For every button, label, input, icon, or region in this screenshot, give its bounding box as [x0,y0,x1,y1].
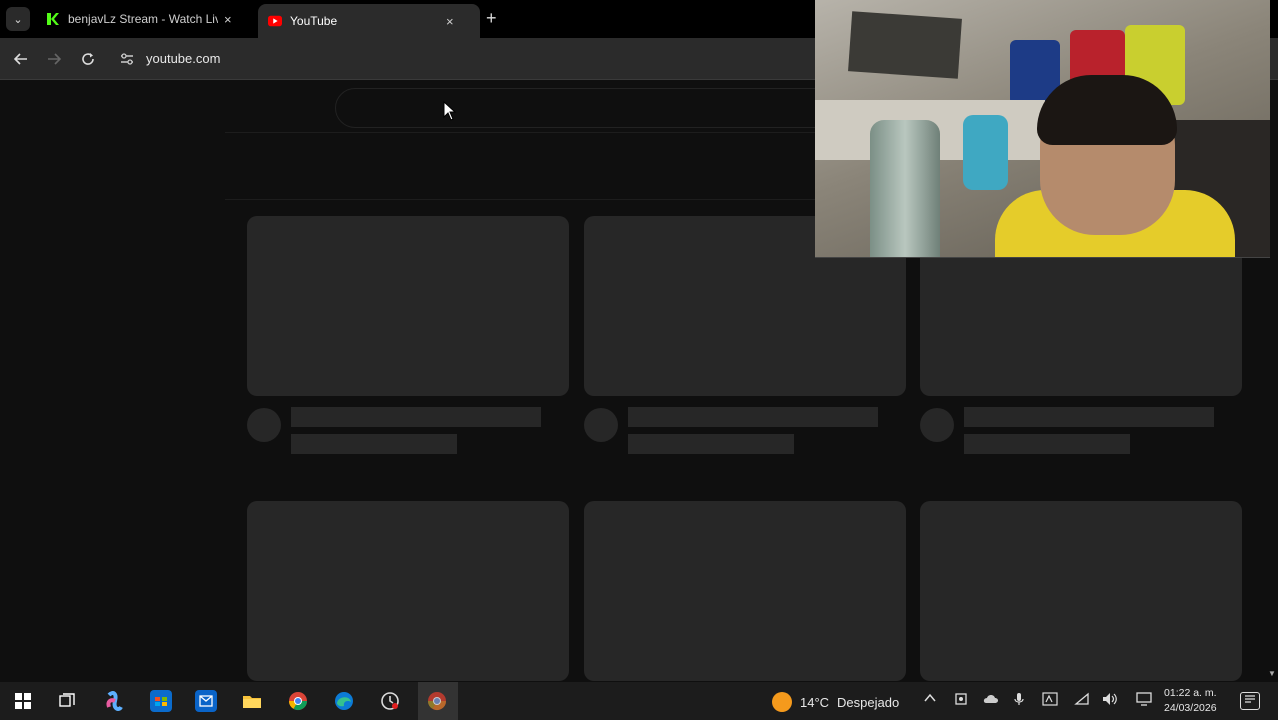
address-bar[interactable]: youtube.com [146,51,220,66]
weather-widget[interactable]: 14°C Despejado [772,692,899,712]
onedrive-icon[interactable] [983,692,999,707]
channel-placeholder [628,434,794,454]
avatar-placeholder [584,408,618,442]
tab-title: YouTube [290,14,338,28]
kick-icon [46,12,60,26]
chevron-up-icon[interactable] [924,692,936,706]
video-thumbnail-placeholder [247,501,569,681]
copilot-icon[interactable] [104,690,126,712]
webcam-towel [963,115,1008,190]
avatar-placeholder [247,408,281,442]
close-icon[interactable]: × [446,14,454,29]
capture-icon[interactable] [954,692,968,709]
avatar-placeholder [920,408,954,442]
tab-kick-stream[interactable]: benjavLz Stream - Watch Live o × [36,4,258,34]
edge-icon[interactable] [333,690,355,712]
title-placeholder [964,407,1214,427]
video-thumbnail-placeholder [584,501,906,681]
search-input[interactable] [335,88,855,128]
notification-icon[interactable] [1240,692,1260,710]
webcam-person-hair [1037,75,1177,145]
reload-button[interactable] [77,48,99,70]
display-icon[interactable] [1136,692,1152,709]
channel-placeholder [291,434,457,454]
outlook-icon[interactable] [195,690,217,712]
windows-start-icon[interactable] [12,690,34,712]
clock-date: 24/03/2026 [1164,702,1217,714]
channel-placeholder [964,434,1130,454]
arrow-left-icon [14,53,27,65]
forward-button[interactable] [43,48,65,70]
chevron-down-icon: ⌄ [13,13,23,26]
webcam-thermos [870,120,940,257]
volume-icon[interactable] [1102,692,1118,709]
language-icon[interactable] [1042,692,1058,709]
webcam-overlay [815,0,1270,258]
title-placeholder [291,407,541,427]
webcam-wall-frame [848,11,962,79]
scroll-down-arrow-icon[interactable]: ▼ [1268,669,1276,678]
chrome-profile-icon[interactable] [426,690,448,712]
arrow-right-icon [48,53,61,65]
file-explorer-icon[interactable] [241,690,263,712]
sun-icon [772,692,792,712]
clock-app-icon[interactable] [379,690,401,712]
tab-title: benjavLz Stream - Watch Live o [68,12,218,26]
new-tab-button[interactable]: + [486,8,497,29]
back-button[interactable] [10,48,32,70]
screen: ⌄ benjavLz Stream - Watch Live o × YouTu… [0,0,1278,720]
microphone-icon[interactable] [1014,692,1024,709]
chrome-icon[interactable] [287,690,309,712]
video-thumbnail-placeholder [247,216,569,396]
system-clock[interactable]: 01:22 a. m. 24/03/2026 [1164,686,1217,716]
windows-taskbar: 14°C Despejado 01:22 a. m. 24/03/2026 [0,682,1278,720]
wifi-icon[interactable] [1074,692,1090,709]
mouse-cursor-icon [443,101,457,121]
microsoft-store-icon[interactable] [150,690,172,712]
title-placeholder [628,407,878,427]
reload-icon [82,53,94,65]
close-icon[interactable]: × [224,12,232,27]
tab-youtube[interactable]: YouTube × [258,4,480,38]
task-view-icon[interactable] [56,690,78,712]
weather-temperature: 14°C [800,694,830,710]
tab-search-button[interactable]: ⌄ [6,7,30,31]
clock-time: 01:22 a. m. [1164,687,1217,699]
site-settings-icon[interactable] [118,50,136,68]
video-thumbnail-placeholder [920,501,1242,681]
youtube-icon [268,14,282,28]
weather-description: Despejado [837,694,900,710]
